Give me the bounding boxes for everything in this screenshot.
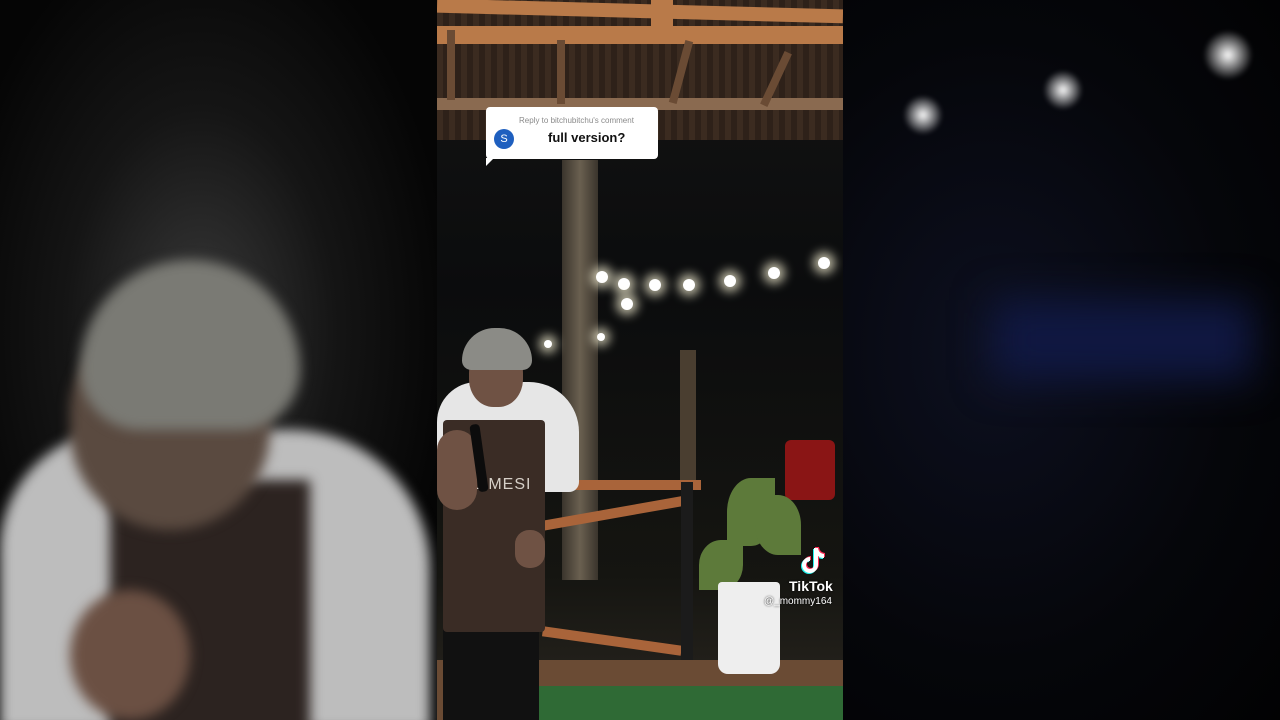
reply-comment-sticker[interactable]: Reply to bitchubitchu's comment S full v…	[486, 107, 658, 166]
railing-post	[681, 482, 693, 664]
wooden-post	[680, 350, 696, 490]
tiktok-username: @_mommy164	[764, 596, 832, 607]
blurred-hand	[70, 590, 190, 720]
blurred-background-left	[0, 0, 437, 720]
string-light	[596, 271, 608, 283]
string-light	[768, 267, 780, 279]
string-light	[818, 257, 830, 269]
tiktok-logo-icon	[801, 547, 825, 574]
red-chair	[785, 440, 835, 500]
blurred-tarp	[993, 300, 1253, 380]
rafter	[557, 40, 565, 104]
string-light	[649, 279, 661, 291]
video-frame[interactable]: LIMESI Reply to bitchubitchu's comment S…	[437, 0, 843, 720]
roof-beam	[437, 26, 843, 44]
blurred-light	[1043, 70, 1083, 110]
string-light	[544, 340, 552, 348]
person-hand	[515, 530, 545, 568]
string-light	[618, 278, 630, 290]
string-light	[621, 298, 633, 310]
string-light	[597, 333, 605, 341]
blurred-beanie	[80, 260, 300, 430]
reply-header: Reply to bitchubitchu's comment	[519, 116, 634, 125]
person-beanie	[462, 328, 532, 370]
green-mat	[537, 686, 843, 720]
string-light	[683, 279, 695, 291]
string-light	[724, 275, 736, 287]
commenter-avatar: S	[494, 129, 514, 149]
reply-comment-text: full version?	[548, 130, 626, 145]
person-legs	[443, 628, 539, 720]
tiktok-wordmark: TikTok	[789, 578, 833, 594]
roof-post	[651, 0, 673, 40]
blurred-background-right	[843, 0, 1280, 720]
plant-leaf	[755, 495, 801, 555]
railing	[541, 626, 683, 656]
rafter	[447, 30, 455, 100]
blurred-light	[903, 95, 943, 135]
blurred-light	[1203, 30, 1253, 80]
